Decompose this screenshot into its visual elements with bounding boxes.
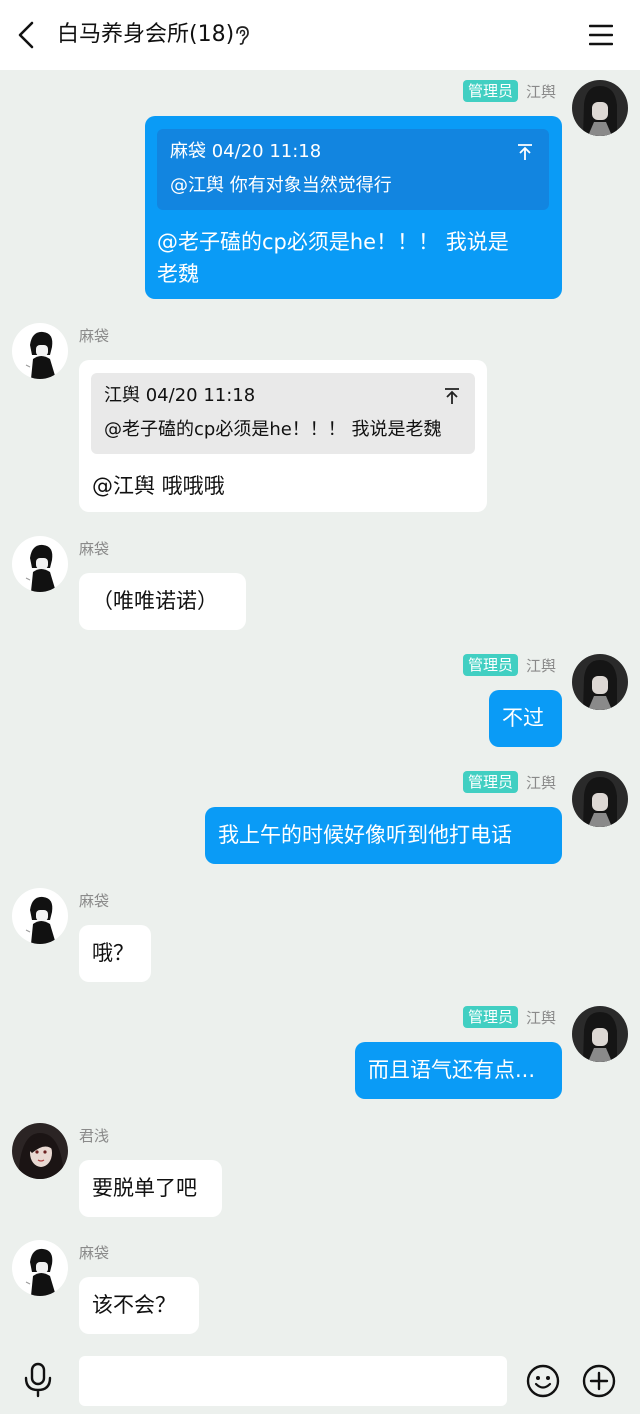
- message-bubble[interactable]: 该不会？: [79, 1277, 199, 1334]
- message-bubble[interactable]: 而且语气还有点...: [355, 1042, 562, 1099]
- sender-name[interactable]: 江舆: [526, 81, 556, 102]
- admin-badge: 管理员: [462, 654, 518, 676]
- avatar[interactable]: [572, 80, 628, 136]
- quote-header: 麻袋 04/20 11:18: [170, 141, 322, 162]
- sender-row: 麻袋: [79, 537, 109, 559]
- message-bubble[interactable]: （唯唯诺诺）: [79, 573, 246, 630]
- jump-to-icon[interactable]: [517, 143, 533, 161]
- message-text: 哦？: [92, 941, 134, 965]
- message-text: @江舆 哦哦哦: [92, 474, 225, 498]
- mic-icon[interactable]: [22, 1362, 54, 1398]
- sender-name[interactable]: 麻袋: [79, 538, 109, 559]
- message-text: 而且语气还有点...: [368, 1058, 536, 1082]
- menu-icon[interactable]: [589, 24, 613, 46]
- avatar[interactable]: [12, 1240, 68, 1296]
- admin-badge: 管理员: [462, 1006, 518, 1028]
- sender-name[interactable]: 麻袋: [79, 325, 109, 346]
- message-bubble[interactable]: 江舆 04/20 11:18 @老子磕的cp必须是he！！！ 我说是老魏 @江舆…: [79, 360, 487, 512]
- sender-row: 管理员 江舆: [462, 771, 556, 793]
- message-bubble[interactable]: 不过: [489, 690, 562, 747]
- message-input[interactable]: [79, 1356, 507, 1406]
- sender-row: 麻袋: [79, 1241, 109, 1263]
- sender-row: 管理员 江舆: [462, 1006, 556, 1028]
- avatar[interactable]: [12, 323, 68, 379]
- message-bubble[interactable]: 哦？: [79, 925, 151, 982]
- quote-text: @江舆 你有对象当然觉得行: [170, 175, 392, 196]
- message-bubble[interactable]: 我上午的时候好像听到他打电话: [205, 807, 562, 864]
- admin-badge: 管理员: [462, 771, 518, 793]
- chat-title[interactable]: 白马养身会所(18): [57, 20, 234, 50]
- message-text-line: @老子磕的cp必须是he！！！ 我说是: [157, 230, 509, 254]
- avatar[interactable]: [12, 1123, 68, 1179]
- quoted-message[interactable]: 麻袋 04/20 11:18 @江舆 你有对象当然觉得行: [157, 129, 549, 210]
- chat-header: 白马养身会所(18): [0, 0, 640, 70]
- message-text-line: 老魏: [157, 262, 199, 286]
- sender-row: 管理员 江舆: [462, 654, 556, 676]
- quote-header: 江舆 04/20 11:18: [104, 385, 256, 406]
- sender-row: 管理员 江舆: [462, 80, 556, 102]
- emoji-icon[interactable]: [526, 1364, 560, 1398]
- plus-icon[interactable]: [582, 1364, 616, 1398]
- sender-row: 君浅: [79, 1124, 109, 1146]
- message-text: 不过: [502, 706, 544, 730]
- message-text: 我上午的时候好像听到他打电话: [218, 823, 512, 847]
- sender-row: 麻袋: [79, 324, 109, 346]
- avatar[interactable]: [572, 654, 628, 710]
- avatar[interactable]: [572, 1006, 628, 1062]
- avatar[interactable]: [12, 888, 68, 944]
- sender-name[interactable]: 江舆: [526, 772, 556, 793]
- avatar[interactable]: [572, 771, 628, 827]
- message-bubble[interactable]: 麻袋 04/20 11:18 @江舆 你有对象当然觉得行 @老子磕的cp必须是h…: [145, 116, 562, 299]
- message-text: 要脱单了吧: [92, 1176, 197, 1200]
- message-text: 该不会？: [92, 1293, 176, 1317]
- sender-name[interactable]: 江舆: [526, 655, 556, 676]
- sender-name[interactable]: 麻袋: [79, 890, 109, 911]
- message-text: （唯唯诺诺）: [92, 589, 218, 613]
- quote-text: @老子磕的cp必须是he！！！ 我说是老魏: [104, 419, 442, 440]
- ear-icon[interactable]: [233, 25, 251, 45]
- back-icon[interactable]: [16, 21, 36, 49]
- sender-name[interactable]: 江舆: [526, 1007, 556, 1028]
- avatar[interactable]: [12, 536, 68, 592]
- sender-row: 麻袋: [79, 889, 109, 911]
- sender-name[interactable]: 君浅: [79, 1125, 109, 1146]
- sender-name[interactable]: 麻袋: [79, 1242, 109, 1263]
- quoted-message[interactable]: 江舆 04/20 11:18 @老子磕的cp必须是he！！！ 我说是老魏: [91, 373, 475, 454]
- admin-badge: 管理员: [462, 80, 518, 102]
- message-bubble[interactable]: 要脱单了吧: [79, 1160, 222, 1217]
- jump-to-icon[interactable]: [444, 387, 460, 405]
